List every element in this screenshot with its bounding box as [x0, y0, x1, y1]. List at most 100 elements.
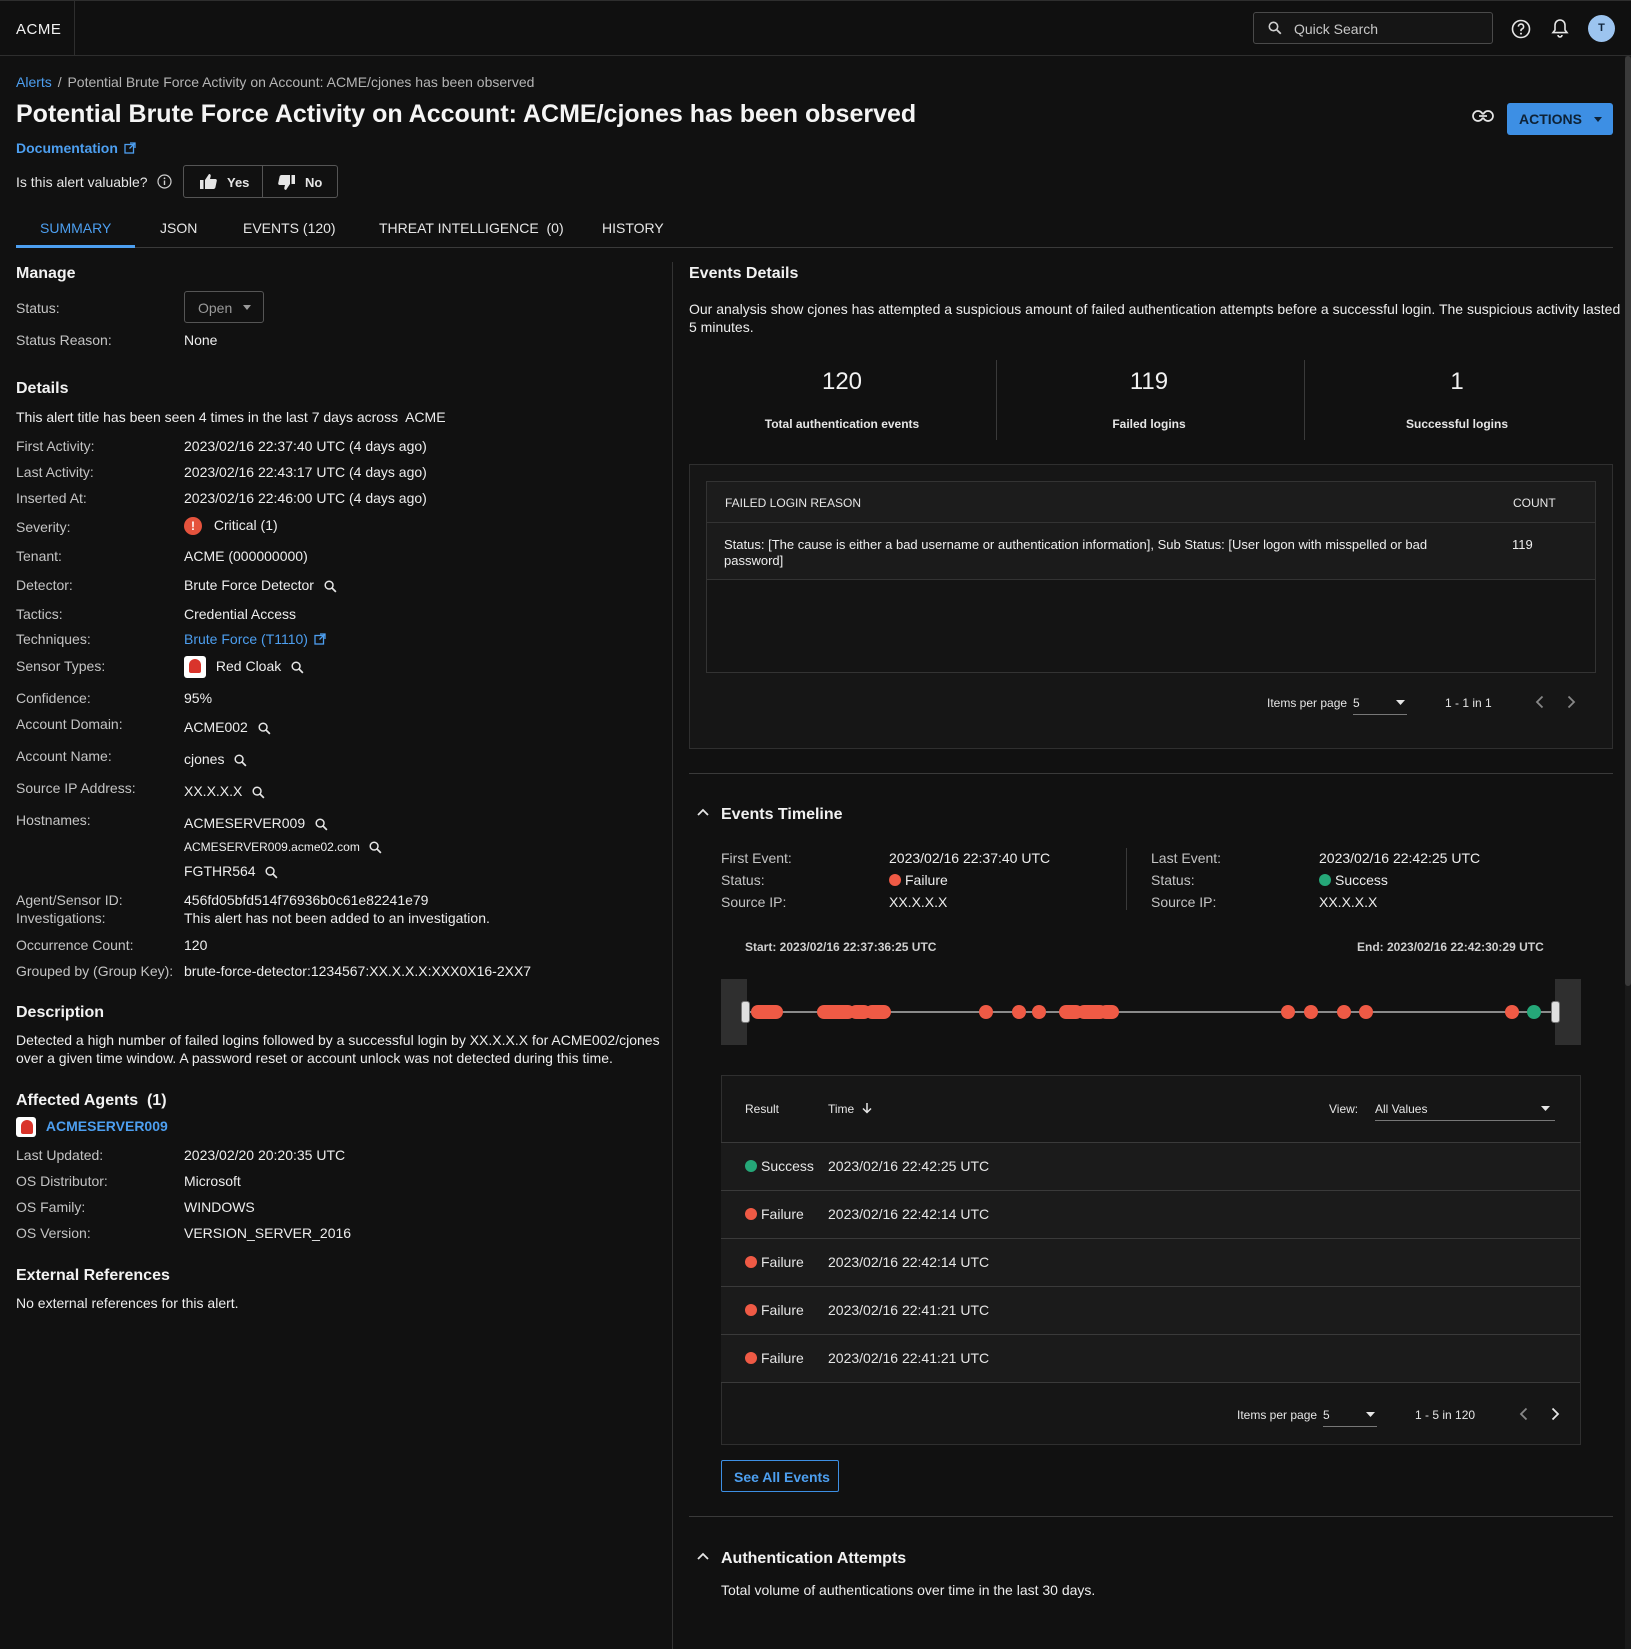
search-icon[interactable]: [315, 818, 328, 831]
search-icon[interactable]: [234, 754, 247, 767]
page-scrollbar-thumb[interactable]: [1625, 56, 1631, 986]
timeline-end-handle[interactable]: [1551, 1001, 1560, 1023]
table-row[interactable]: Failure 2023/02/16 22:41:21 UTC: [721, 1335, 1580, 1383]
breadcrumb-current: Potential Brute Force Activity on Accoun…: [67, 74, 535, 90]
details-seen-text: This alert title has been seen 4 times i…: [16, 409, 446, 425]
search-icon[interactable]: [369, 841, 382, 854]
failure-event-mark[interactable]: [1012, 1005, 1026, 1019]
breadcrumb-alerts-link[interactable]: Alerts: [16, 74, 52, 90]
yes-button[interactable]: Yes: [184, 166, 262, 197]
total-auth-events-label: Total authentication events: [764, 417, 920, 431]
table-row[interactable]: Failure 2023/02/16 22:42:14 UTC: [721, 1191, 1580, 1239]
help-icon[interactable]: [1511, 19, 1531, 39]
items-per-page-select[interactable]: 5: [1353, 690, 1407, 715]
failure-event-mark[interactable]: [1281, 1005, 1295, 1019]
result-text: Failure: [761, 1302, 804, 1318]
techniques-link[interactable]: Brute Force (T1110): [184, 631, 326, 647]
notification-bell-icon[interactable]: [1551, 18, 1569, 39]
tab-events[interactable]: EVENTS (120): [243, 220, 336, 236]
tab-threat-intelligence[interactable]: THREAT INTELLIGENCE (0): [379, 220, 564, 236]
hostname-value: ACMESERVER009.acme02.com: [184, 840, 382, 854]
chevron-right-icon[interactable]: [1551, 1407, 1560, 1421]
timeline-start-handle[interactable]: [741, 1001, 750, 1023]
info-icon[interactable]: [157, 174, 173, 189]
failure-event-mark[interactable]: [1032, 1005, 1046, 1019]
chevron-left-icon[interactable]: [1519, 1407, 1528, 1421]
search-icon[interactable]: [258, 722, 271, 735]
failure-event-mark[interactable]: [1505, 1005, 1519, 1019]
table-row[interactable]: Failure 2023/02/16 22:41:21 UTC: [721, 1287, 1580, 1335]
chevron-up-icon[interactable]: [697, 1552, 709, 1560]
timeline-table-header: Result Time View: All Values: [721, 1075, 1581, 1143]
account-name-text: cjones: [184, 751, 225, 767]
documentation-link-label: Documentation: [16, 140, 118, 156]
successful-logins-label: Successful logins: [1405, 417, 1509, 431]
no-button[interactable]: No: [263, 166, 338, 197]
app-logo[interactable]: ACME: [16, 21, 61, 38]
search-icon[interactable]: [252, 786, 265, 799]
failure-cluster-mark[interactable]: [751, 1005, 783, 1019]
col-failed-login-reason: FAILED LOGIN REASON: [725, 496, 862, 510]
tab-json[interactable]: JSON: [160, 220, 197, 236]
feedback-button-group: Yes No: [183, 165, 338, 198]
see-all-events-button[interactable]: See All Events: [721, 1460, 839, 1492]
detector-text: Brute Force Detector: [184, 577, 314, 593]
table-row[interactable]: Failure 2023/02/16 22:42:14 UTC: [721, 1239, 1580, 1287]
failure-event-mark[interactable]: [1304, 1005, 1318, 1019]
failure-event-mark[interactable]: [1337, 1005, 1351, 1019]
first-event-value: 2023/02/16 22:37:40 UTC: [889, 850, 1051, 866]
search-icon[interactable]: [265, 866, 278, 879]
search-icon[interactable]: [324, 580, 337, 593]
search-icon[interactable]: [291, 660, 304, 674]
alert-valuable-question: Is this alert valuable?: [16, 174, 173, 190]
items-per-page-select[interactable]: 5: [1323, 1402, 1377, 1427]
pagination-range: 1 - 1 in 1: [1445, 696, 1492, 710]
copy-link-icon[interactable]: [1472, 109, 1494, 123]
user-avatar[interactable]: T: [1588, 15, 1615, 42]
result-text: Failure: [761, 1350, 804, 1366]
page-title: Potential Brute Force Activity on Accoun…: [16, 100, 917, 128]
section-divider: [689, 1516, 1613, 1517]
external-link-icon: [124, 142, 136, 154]
account-domain-text: ACME002: [184, 719, 248, 735]
tab-summary[interactable]: SUMMARY: [40, 220, 111, 236]
chevron-right-icon[interactable]: [1567, 695, 1576, 709]
timeline-track[interactable]: [721, 979, 1581, 1045]
section-divider: [689, 773, 1613, 774]
col-time[interactable]: Time: [828, 1102, 872, 1116]
first-status-text: Failure: [905, 872, 948, 888]
view-select[interactable]: All Values: [1375, 1095, 1555, 1121]
affected-agent-link[interactable]: ACMESERVER009: [16, 1117, 168, 1137]
tab-history[interactable]: HISTORY: [602, 220, 664, 236]
last-status-value: Success: [1319, 872, 1388, 888]
failure-event-mark[interactable]: [1359, 1005, 1373, 1019]
actions-button[interactable]: ACTIONS: [1507, 103, 1613, 135]
chevron-up-icon[interactable]: [697, 808, 709, 816]
failure-dot-icon: [745, 1352, 757, 1364]
documentation-link[interactable]: Documentation: [16, 140, 136, 156]
chevron-left-icon[interactable]: [1535, 695, 1544, 709]
thumbs-down-icon: [278, 175, 295, 190]
affected-agents-heading: Affected Agents (1): [16, 1092, 167, 1109]
col-result[interactable]: Result: [745, 1102, 779, 1116]
failure-event-mark[interactable]: [979, 1005, 993, 1019]
quick-search-input[interactable]: Quick Search: [1253, 12, 1493, 44]
detail-label: Grouped by (Group Key):: [16, 963, 174, 979]
result-text: Success: [761, 1158, 814, 1174]
page-scrollbar-track[interactable]: [1625, 56, 1631, 1649]
success-event-mark[interactable]: [1527, 1005, 1541, 1019]
failed-logins-count: 119: [1129, 368, 1169, 395]
agent-detail-label: Last Updated:: [16, 1147, 104, 1163]
failure-cluster-mark[interactable]: [1099, 1005, 1119, 1019]
chevron-down-icon: [1396, 700, 1405, 705]
valuable-question-label: Is this alert valuable?: [16, 174, 148, 190]
status-dropdown[interactable]: Open: [184, 291, 264, 323]
detail-label: Tenant:: [16, 548, 62, 564]
last-activity-value: 2023/02/16 22:43:17 UTC (4 days ago): [184, 464, 427, 480]
agent-detail-label: OS Family:: [16, 1199, 86, 1215]
top-bar: ACME Quick Search T: [0, 0, 1631, 56]
detail-label: Sensor Types:: [16, 658, 106, 674]
items-per-page-value: 5: [1323, 1408, 1330, 1422]
table-row[interactable]: Success 2023/02/16 22:42:25 UTC: [721, 1143, 1580, 1191]
failure-cluster-mark[interactable]: [865, 1005, 891, 1019]
